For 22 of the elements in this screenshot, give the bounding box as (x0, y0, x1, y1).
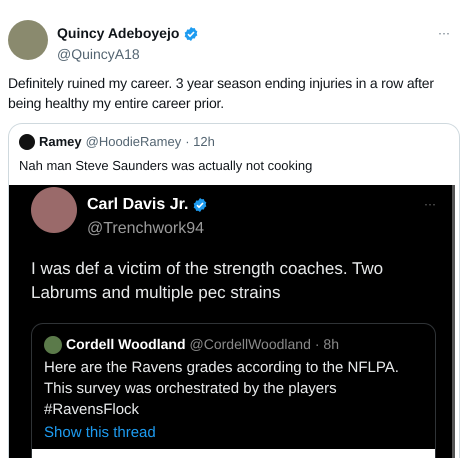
avatar (31, 187, 77, 233)
avatar (44, 336, 62, 354)
quoted-tweet[interactable] (8, 123, 460, 458)
avatar (19, 134, 35, 150)
author-handle: @CordellWoodland (190, 335, 311, 354)
more-button[interactable]: ··· (438, 24, 450, 42)
quote-text: Nah man Steve Saunders was actually not cooking (18, 156, 314, 175)
author-name: Cordell Woodland (66, 335, 186, 354)
author-name: Ramey (39, 133, 82, 151)
author-handle: @HoodieRamey (86, 133, 182, 151)
tweet-text: I was def a victim of the strength coaches. Two Labrums and multiple pec strains (31, 258, 384, 304)
tweet-text: Definitely ruined my career. 3 year season ending injuries in a row after being healthy my entire career prior. (7, 74, 435, 113)
avatar[interactable] (8, 20, 48, 60)
timestamp: · 12h (185, 133, 215, 151)
show-thread-link: Show this thread (44, 423, 157, 443)
more-dots: ··· (424, 196, 436, 213)
author-handle: @QuincyA18 (57, 45, 141, 64)
author-handle: @Trenchwork94 (87, 219, 206, 239)
author-name: Quincy Adeboyejo (57, 24, 180, 43)
timestamp: · 8h (314, 335, 339, 354)
quote-text: Here are the Ravens grades according to the NFLPA. This survey was orchestrated by the players #RavensFlock (44, 358, 400, 420)
author-name: Carl Davis Jr. (87, 195, 188, 215)
